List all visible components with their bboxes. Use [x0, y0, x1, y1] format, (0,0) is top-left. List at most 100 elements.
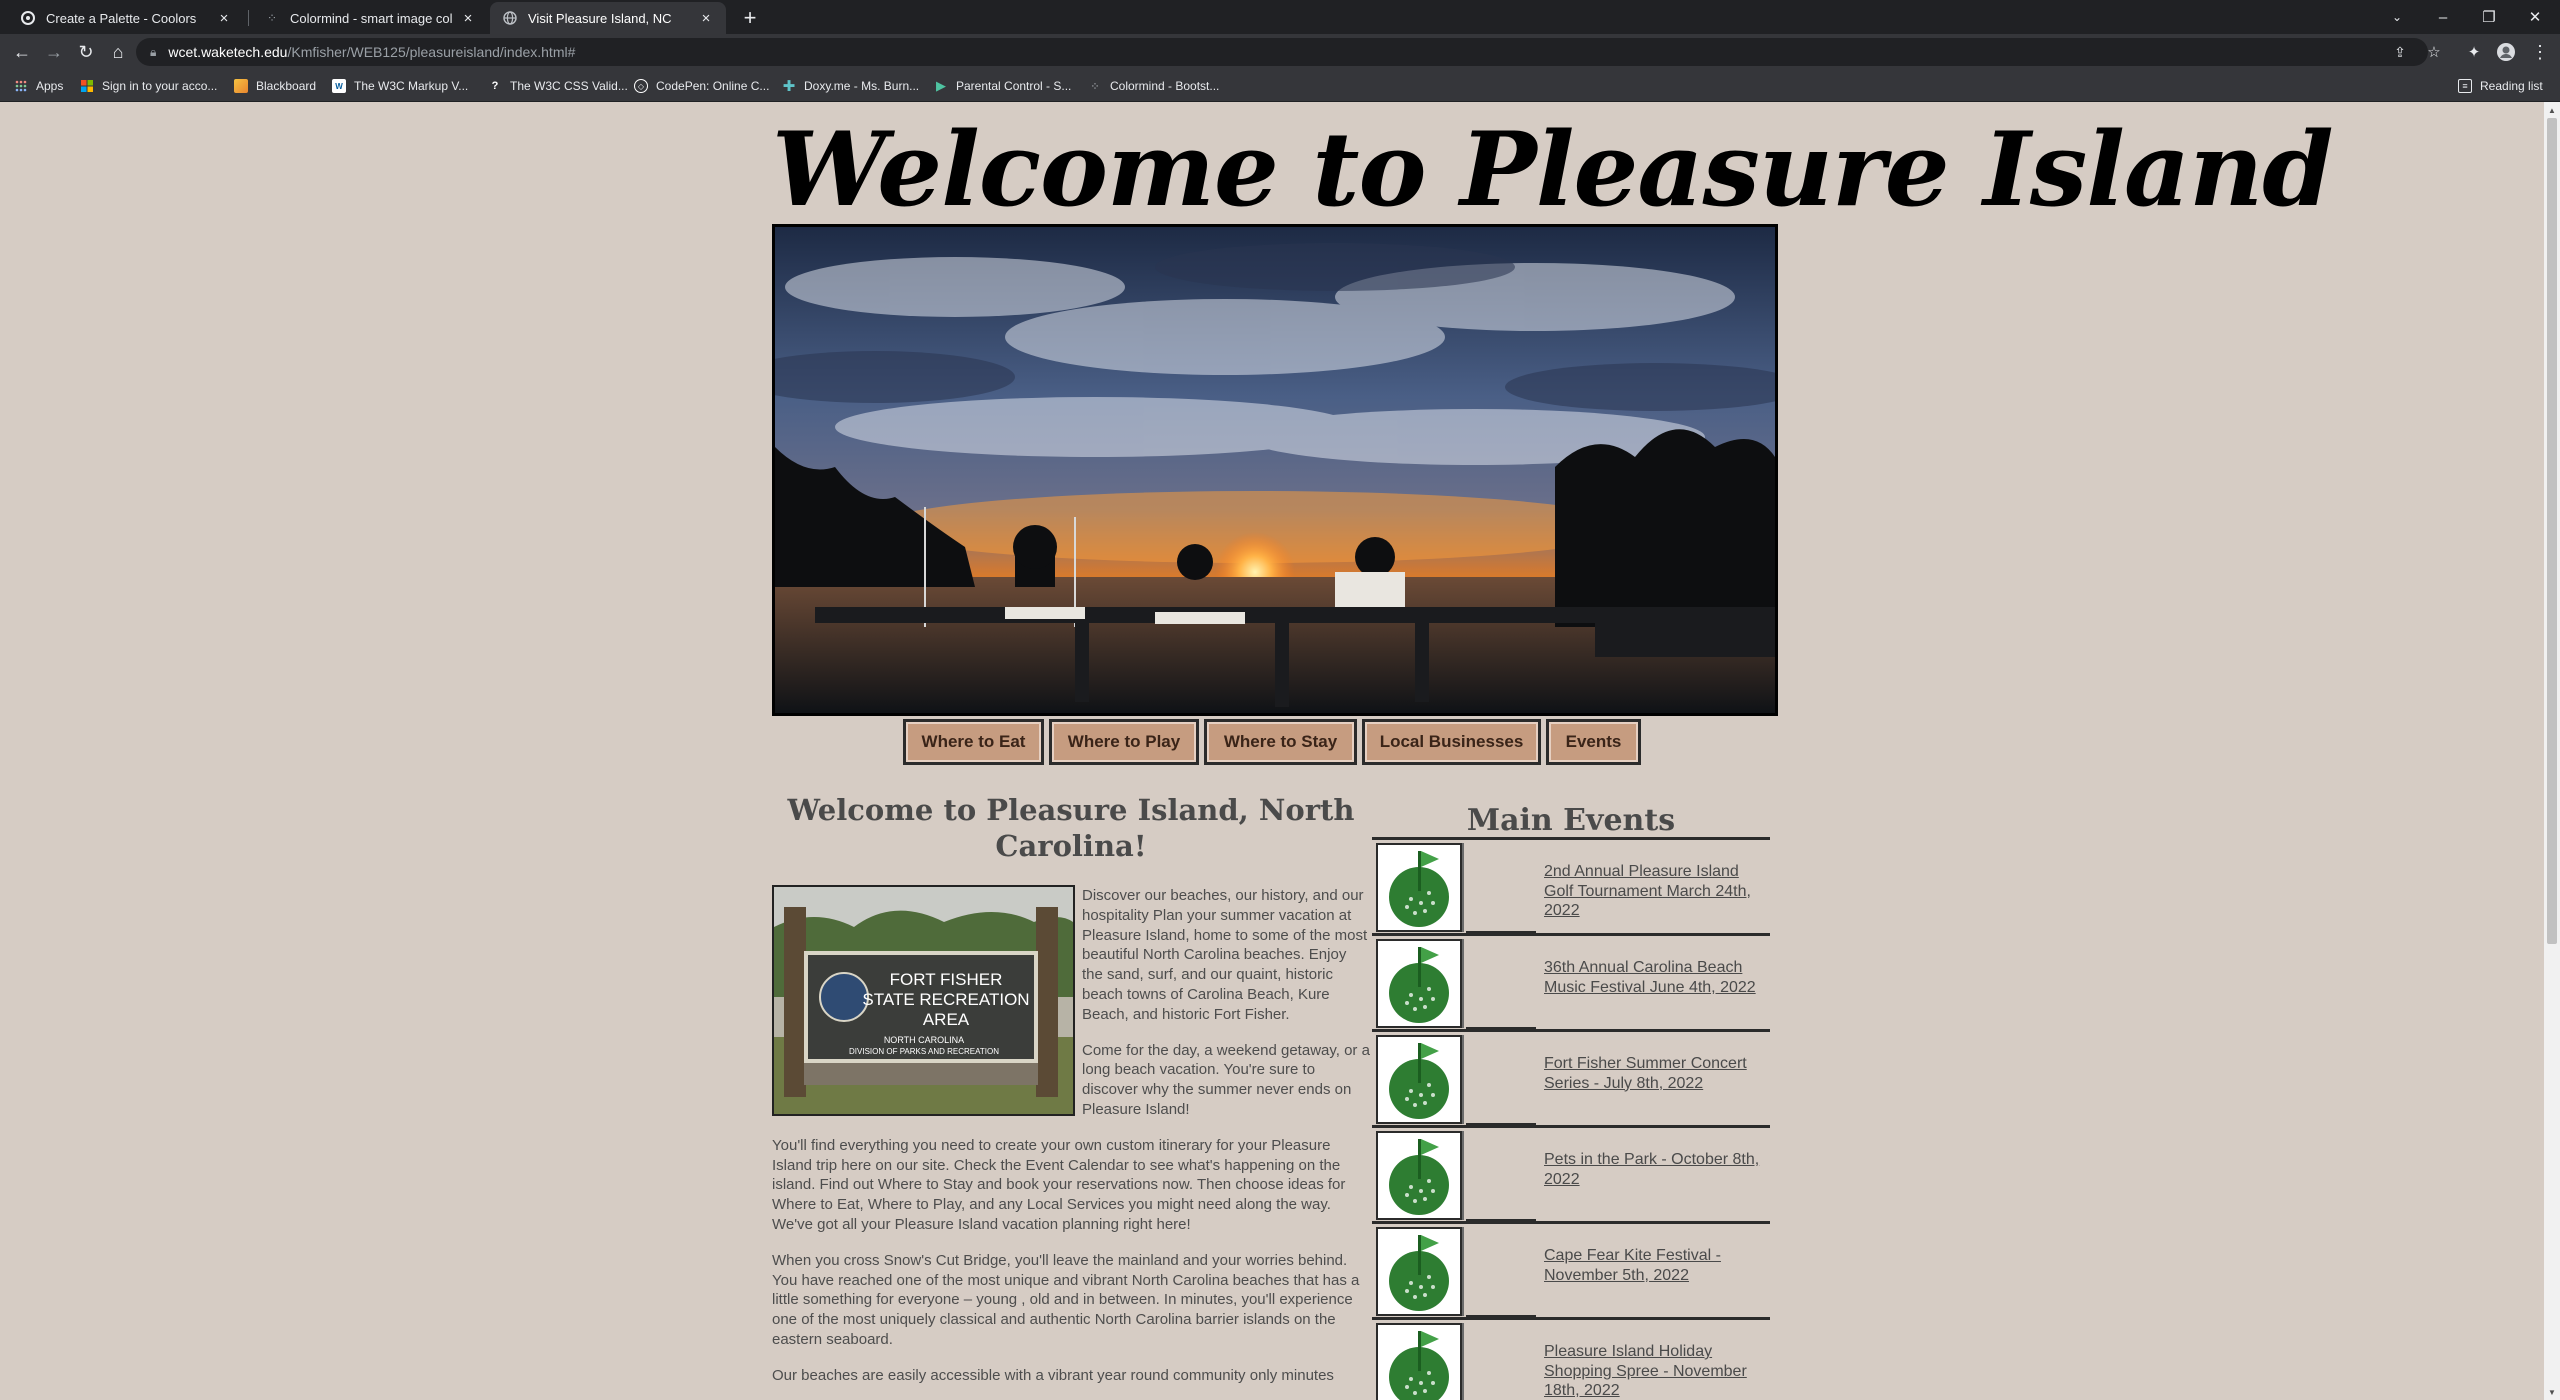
page-viewport: Welcome to Pleasure Island Where to Eat …: [0, 102, 2544, 1400]
restore-button[interactable]: ❐: [2466, 0, 2512, 34]
address-bar[interactable]: 🔒︎ wcet.waketech.edu/Kmfisher/WEB125/ple…: [136, 38, 2428, 66]
share-icon[interactable]: ⇪: [2386, 38, 2414, 66]
bookmark-label: The W3C Markup V...: [354, 79, 469, 93]
window-close-button[interactable]: ✕: [2512, 0, 2558, 34]
event-divider: [1466, 1123, 1536, 1125]
golf-ball-icon: [1376, 1323, 1462, 1400]
main-events-sidebar: Main Events 2nd Annual Pleasure Island G…: [1372, 802, 1770, 1400]
event-link[interactable]: 2nd Annual Pleasure Island Golf Tourname…: [1544, 862, 1770, 921]
close-icon[interactable]: ×: [216, 10, 232, 27]
welcome-heading: Welcome to Pleasure Island, North Caroli…: [787, 793, 1355, 863]
extensions-puzzle-icon[interactable]: ✦: [2460, 38, 2488, 66]
reading-list-button[interactable]: ≡ Reading list: [2458, 76, 2543, 96]
blackboard-icon: [234, 79, 248, 93]
tab-title: Visit Pleasure Island, NC: [528, 10, 672, 26]
event-row: Cape Fear Kite Festival - November 5th, …: [1372, 1224, 1770, 1320]
bookmark-label: Parental Control - S...: [956, 79, 1072, 93]
reading-list-label: Reading list: [2480, 79, 2543, 93]
home-icon[interactable]: ⌂: [104, 38, 132, 66]
bookmark-doxy[interactable]: ✚ Doxy.me - Ms. Burn...: [782, 76, 919, 96]
minimize-button[interactable]: –: [2420, 0, 2466, 34]
nav-where-to-stay[interactable]: Where to Stay: [1204, 719, 1357, 765]
event-row: Pets in the Park - October 8th, 2022: [1372, 1128, 1770, 1224]
close-icon[interactable]: ×: [698, 10, 714, 27]
bookmarks-bar: Apps Sign in to your acco... Blackboard …: [0, 70, 2560, 102]
bookmark-label: Blackboard: [256, 79, 317, 93]
golf-ball-icon: [1376, 1131, 1462, 1220]
bookmark-colormind[interactable]: ⁘ Colormind - Bootst...: [1088, 76, 1219, 96]
tab-coolors[interactable]: Create a Palette - Coolors ×: [8, 2, 244, 34]
nav-where-to-play[interactable]: Where to Play: [1049, 719, 1199, 765]
bookmark-codepen[interactable]: ◇ CodePen: Online C...: [634, 76, 769, 96]
tab-separator: [248, 10, 249, 26]
tab-search-icon[interactable]: ⌄: [2374, 0, 2420, 34]
scroll-down-arrow-icon[interactable]: ▼: [2544, 1384, 2560, 1400]
event-divider: [1466, 931, 1536, 933]
close-icon[interactable]: ×: [460, 10, 476, 27]
bookmark-label: The W3C CSS Valid...: [510, 79, 628, 93]
event-link[interactable]: Pleasure Island Holiday Shopping Spree -…: [1544, 1342, 1770, 1400]
bookmark-microsoft[interactable]: Sign in to your acco...: [80, 76, 217, 96]
nav-local-businesses[interactable]: Local Businesses: [1362, 719, 1541, 765]
sign-text: FORT FISHER: [890, 970, 1003, 989]
bookmark-star-icon[interactable]: ☆: [2420, 38, 2448, 66]
apps-grid-icon: [14, 79, 28, 93]
microsoft-icon: [80, 79, 94, 93]
event-divider: [1466, 1219, 1536, 1221]
event-link[interactable]: 36th Annual Carolina Beach Music Festiva…: [1544, 958, 1770, 997]
menu-kebab-icon[interactable]: ⋮: [2526, 38, 2554, 66]
site-title: Welcome to Pleasure Island: [772, 110, 2334, 230]
bookmark-label: Apps: [36, 79, 64, 93]
event-row: 2nd Annual Pleasure Island Golf Tourname…: [1372, 840, 1770, 936]
event-divider: [1466, 1315, 1536, 1317]
hero-sunset-marina-image: [772, 224, 1778, 716]
scrollbar-thumb[interactable]: [2547, 118, 2557, 944]
bookmark-w3c-markup[interactable]: W The W3C Markup V...: [332, 76, 468, 96]
fort-fisher-sign-image: FORT FISHER STATE RECREATION AREA NORTH …: [772, 885, 1075, 1116]
reading-list-icon: ≡: [2458, 79, 2472, 93]
nav-where-to-eat[interactable]: Where to Eat: [903, 719, 1044, 765]
tab-title: Colormind - smart image color e: [290, 10, 452, 26]
event-link[interactable]: Cape Fear Kite Festival - November 5th, …: [1544, 1246, 1770, 1285]
bookmark-label: Sign in to your acco...: [102, 79, 218, 93]
event-row: Pleasure Island Holiday Shopping Spree -…: [1372, 1320, 1770, 1400]
scroll-up-arrow-icon[interactable]: ▲: [2544, 102, 2560, 118]
bookmark-apps[interactable]: Apps: [14, 76, 63, 96]
events-heading: Main Events: [1372, 802, 1770, 840]
back-arrow-icon[interactable]: ←: [8, 38, 36, 66]
bookmark-label: CodePen: Online C...: [656, 79, 770, 93]
event-link[interactable]: Pets in the Park - October 8th, 2022: [1544, 1150, 1770, 1189]
bookmark-parental-control[interactable]: ▶ Parental Control - S...: [934, 76, 1071, 96]
profile-avatar[interactable]: [2492, 38, 2520, 66]
url-path: /Kmfisher/WEB125/pleasureisland/index.ht…: [287, 44, 576, 60]
forward-arrow-icon[interactable]: →: [40, 38, 68, 66]
globe-icon: [502, 10, 518, 26]
bookmark-w3c-css[interactable]: ? The W3C CSS Valid...: [488, 76, 628, 96]
bookmark-blackboard[interactable]: Blackboard: [234, 76, 316, 96]
tab-pleasure-island[interactable]: Visit Pleasure Island, NC ×: [490, 2, 726, 34]
intro-paragraph: Our beaches are easily accessible with a…: [772, 1366, 1334, 1384]
event-row: 36th Annual Carolina Beach Music Festiva…: [1372, 936, 1770, 1032]
sign-text: DIVISION OF PARKS AND RECREATION: [849, 1047, 999, 1056]
page-scrollbar[interactable]: ▲ ▼: [2544, 102, 2560, 1400]
colormind-icon: ⁘: [266, 11, 278, 25]
nav-events[interactable]: Events: [1546, 719, 1641, 765]
browser-toolbar: ← → ↻ ⌂ 🔒︎ wcet.waketech.edu/Kmfisher/WE…: [0, 34, 2560, 70]
event-link[interactable]: Fort Fisher Summer Concert Series - July…: [1544, 1054, 1770, 1093]
sign-text: STATE RECREATION: [862, 990, 1029, 1009]
lock-icon: 🔒︎: [150, 44, 157, 59]
w3c-icon: W: [332, 79, 346, 93]
browser-tab-strip: Create a Palette - Coolors × ⁘ Colormind…: [0, 0, 2560, 34]
event-row: Fort Fisher Summer Concert Series - July…: [1372, 1032, 1770, 1128]
new-tab-button[interactable]: +: [736, 4, 764, 32]
tab-colormind[interactable]: ⁘ Colormind - smart image color e ×: [252, 2, 488, 34]
golf-ball-icon: [1376, 939, 1462, 1028]
golf-ball-icon: [1376, 1035, 1462, 1124]
tab-title: Create a Palette - Coolors: [46, 10, 197, 26]
codepen-icon: ◇: [634, 79, 648, 93]
doxy-icon: ✚: [782, 78, 796, 95]
colormind-icon: ⁘: [1090, 80, 1100, 93]
sign-text: NORTH CAROLINA: [884, 1035, 964, 1045]
sign-text: AREA: [923, 1010, 970, 1029]
reload-icon[interactable]: ↻: [72, 38, 100, 66]
